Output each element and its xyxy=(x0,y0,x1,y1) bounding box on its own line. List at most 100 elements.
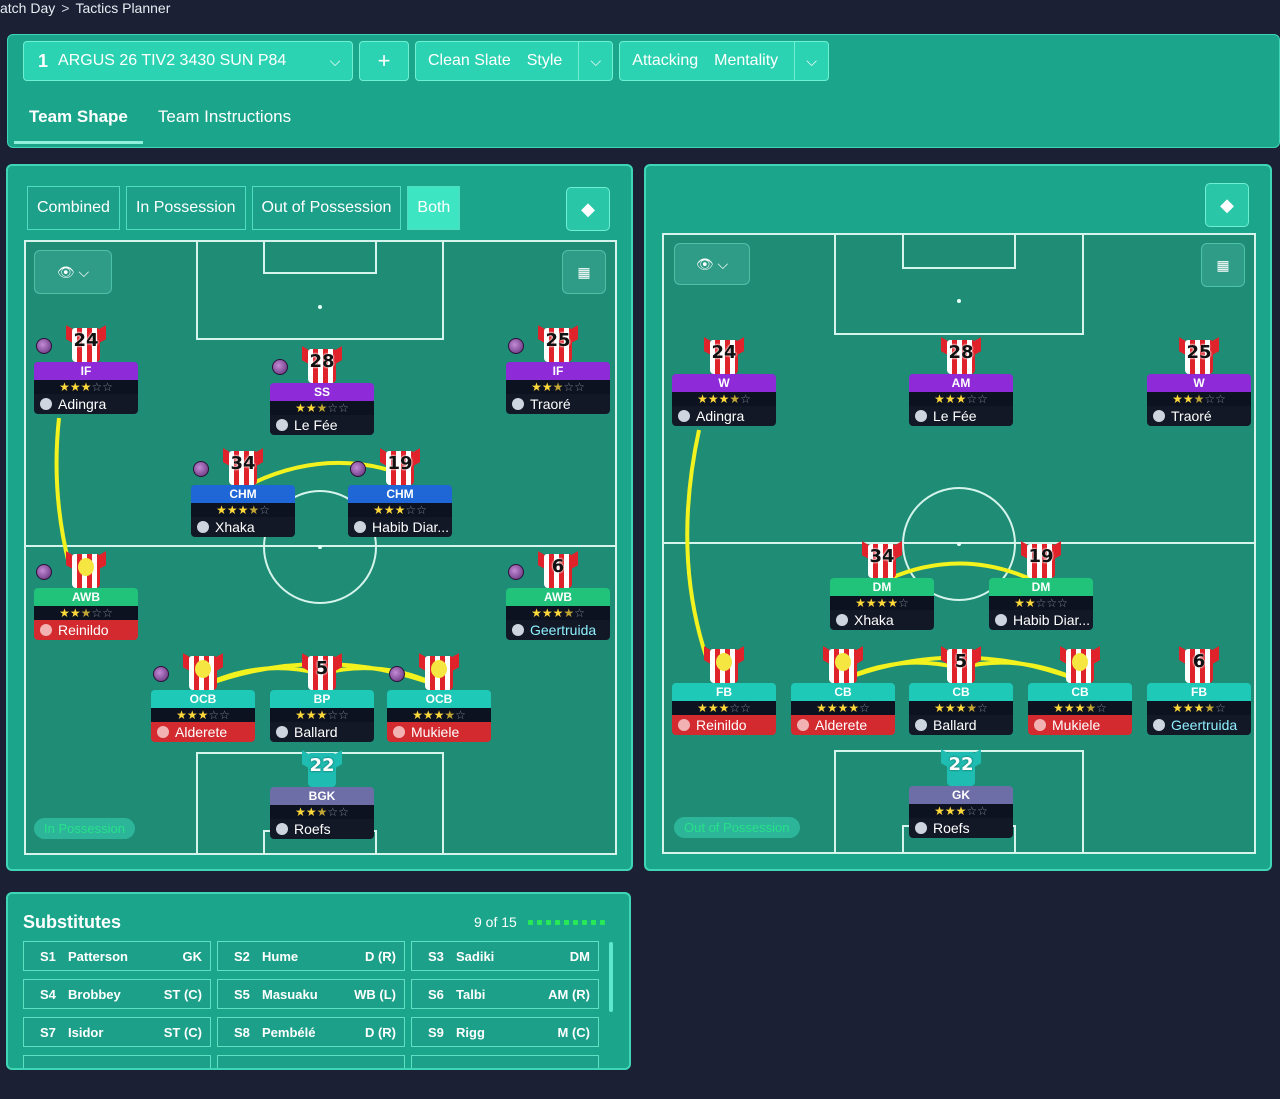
substitute-id: S3 xyxy=(428,948,444,964)
shirt-number: 25 xyxy=(545,330,571,351)
person-icon xyxy=(276,726,288,738)
rating-stars: ★★★★☆ xyxy=(191,503,295,517)
shirt-number: 28 xyxy=(948,342,974,363)
tactic-tabs: Team Shape Team Instructions xyxy=(14,97,306,144)
phase-label: In Possession xyxy=(34,818,135,839)
rating-stars: ★★☆☆☆ xyxy=(989,596,1093,610)
tab-team-instructions[interactable]: Team Instructions xyxy=(143,97,306,144)
view-options-button[interactable]: 👁 ⌵ xyxy=(34,250,112,294)
shirt-number: 6 xyxy=(1192,651,1206,672)
substitute-name: Talbi xyxy=(456,986,486,1002)
penalty-spot-top xyxy=(318,305,322,309)
substitute-pos: ST (C) xyxy=(163,986,202,1002)
face-icon xyxy=(78,558,94,576)
rating-stars: ★★★★☆ xyxy=(672,392,776,406)
substitute-pemb-l[interactable]: S8 Pembélé D (R) xyxy=(217,1017,405,1047)
substitute-masuaku[interactable]: S5 Masuaku WB (L) xyxy=(217,979,405,1009)
substitute-talbi[interactable]: S6 Talbi AM (R) xyxy=(411,979,599,1009)
breadcrumb-item-match-day[interactable]: atch Day xyxy=(0,0,55,18)
person-icon xyxy=(157,726,169,738)
face-icon xyxy=(431,660,447,678)
player-name-text: Reinildo xyxy=(58,622,109,638)
diamond-icon[interactable]: ◆ xyxy=(1205,183,1249,227)
tab-in-possession[interactable]: In Possession xyxy=(125,186,246,230)
mentality-select[interactable]: Attacking Mentality ⌵ xyxy=(619,41,830,81)
player-name: Le Fée xyxy=(270,415,374,435)
tactic-number: 1 xyxy=(38,50,49,71)
grid-icon[interactable]: ▦ xyxy=(1201,243,1245,287)
role-badge: CB xyxy=(791,683,895,701)
style-select[interactable]: Clean Slate Style ⌵ xyxy=(415,41,614,81)
instruction-orb-icon xyxy=(153,666,169,682)
instruction-orb-icon xyxy=(36,338,52,354)
player-name-text: Habib Diar... xyxy=(1013,612,1091,628)
chevron-down-icon[interactable]: ⌵ xyxy=(578,42,612,80)
tab-out-of-possession[interactable]: Out of Possession xyxy=(251,186,402,230)
substitute-id: S5 xyxy=(234,986,250,1002)
link-adingra-reinildo xyxy=(685,429,709,660)
breadcrumb-item-tactics-planner[interactable]: Tactics Planner xyxy=(75,0,170,18)
player-name-text: Le Fée xyxy=(933,408,977,424)
player-name: Habib Diar... xyxy=(348,517,452,537)
person-icon xyxy=(915,822,927,834)
substitute-id: S6 xyxy=(428,986,444,1002)
shirt-icon: 25 xyxy=(538,324,578,362)
substitute-slot[interactable] xyxy=(217,1055,405,1068)
substitute-id: S7 xyxy=(40,1024,56,1040)
chevron-down-icon[interactable]: ⌵ xyxy=(318,42,352,80)
add-tactic-button[interactable]: + xyxy=(359,41,409,81)
shirt-icon: 5 xyxy=(941,645,981,683)
rating-stars: ★★★☆☆ xyxy=(34,380,138,394)
shirt-icon xyxy=(1060,645,1100,683)
person-icon xyxy=(40,624,52,636)
tactic-select[interactable]: 1 ARGUS 26 TIV2 3430 SUN P84 ⌵ xyxy=(23,41,353,81)
tactic-name: ARGUS 26 TIV2 3430 SUN P84 xyxy=(58,52,287,69)
role-badge: CB xyxy=(909,683,1013,701)
tactic-controls: 1 ARGUS 26 TIV2 3430 SUN P84 ⌵ + Clean S… xyxy=(23,41,830,83)
player-name-text: Geertruida xyxy=(530,622,597,638)
chevron-down-icon[interactable]: ⌵ xyxy=(794,42,828,80)
player-name-text: Adingra xyxy=(58,396,107,412)
grid-icon[interactable]: ▦ xyxy=(562,250,606,294)
substitute-slot[interactable] xyxy=(23,1055,211,1068)
rating-stars: ★★★★☆ xyxy=(1147,701,1251,715)
shirt-number: 24 xyxy=(73,330,99,351)
player-name: Roefs xyxy=(909,818,1013,838)
player-name: Roefs xyxy=(270,819,374,839)
substitute-brobbey[interactable]: S4 Brobbey ST (C) xyxy=(23,979,211,1009)
shirt-number: 34 xyxy=(230,453,256,474)
tab-team-shape[interactable]: Team Shape xyxy=(14,97,143,144)
shirt-icon: 25 xyxy=(1179,336,1219,374)
substitute-rigg[interactable]: S9 Rigg M (C) xyxy=(411,1017,599,1047)
shirt-icon xyxy=(183,652,223,690)
player-name-text: Alderete xyxy=(175,724,228,740)
view-options-button[interactable]: 👁 ⌵ xyxy=(674,243,750,285)
substitute-sadiki[interactable]: S3 Sadiki DM xyxy=(411,941,599,971)
shirt-icon xyxy=(704,645,744,683)
substitute-patterson[interactable]: S1 Patterson GK xyxy=(23,941,211,971)
goal-box-top xyxy=(902,235,1016,269)
shirt-icon xyxy=(823,645,863,683)
substitute-pos: D (R) xyxy=(364,948,396,964)
player-name-text: Habib Diar... xyxy=(372,519,450,535)
person-icon xyxy=(276,823,288,835)
player-name-text: Adingra xyxy=(696,408,745,424)
mentality-value: Attacking xyxy=(632,52,699,69)
substitutes-scrollbar[interactable] xyxy=(609,942,613,1012)
substitute-pos: M (C) xyxy=(557,1024,591,1040)
role-badge: IF xyxy=(34,362,138,380)
tab-combined[interactable]: Combined xyxy=(27,186,120,230)
instruction-orb-icon xyxy=(36,564,52,580)
substitute-name: Masuaku xyxy=(262,986,318,1002)
shirt-icon: 19 xyxy=(1021,540,1061,578)
substitute-slot[interactable] xyxy=(411,1055,599,1068)
tab-both[interactable]: Both xyxy=(407,186,461,230)
diamond-icon[interactable]: ◆ xyxy=(566,187,610,231)
view-mode-tabs: Combined In Possession Out of Possession… xyxy=(27,186,461,230)
substitute-hume[interactable]: S2 Hume D (R) xyxy=(217,941,405,971)
role-badge: CHM xyxy=(191,485,295,503)
substitute-isidor[interactable]: S7 Isidor ST (C) xyxy=(23,1017,211,1047)
person-icon xyxy=(197,521,209,533)
shape-panel-out-of-possession: ◆ 👁 ⌵ ▦ Out of Possession 24 W ★★★★☆ Adingr… xyxy=(644,164,1272,871)
instruction-orb-icon xyxy=(508,564,524,580)
